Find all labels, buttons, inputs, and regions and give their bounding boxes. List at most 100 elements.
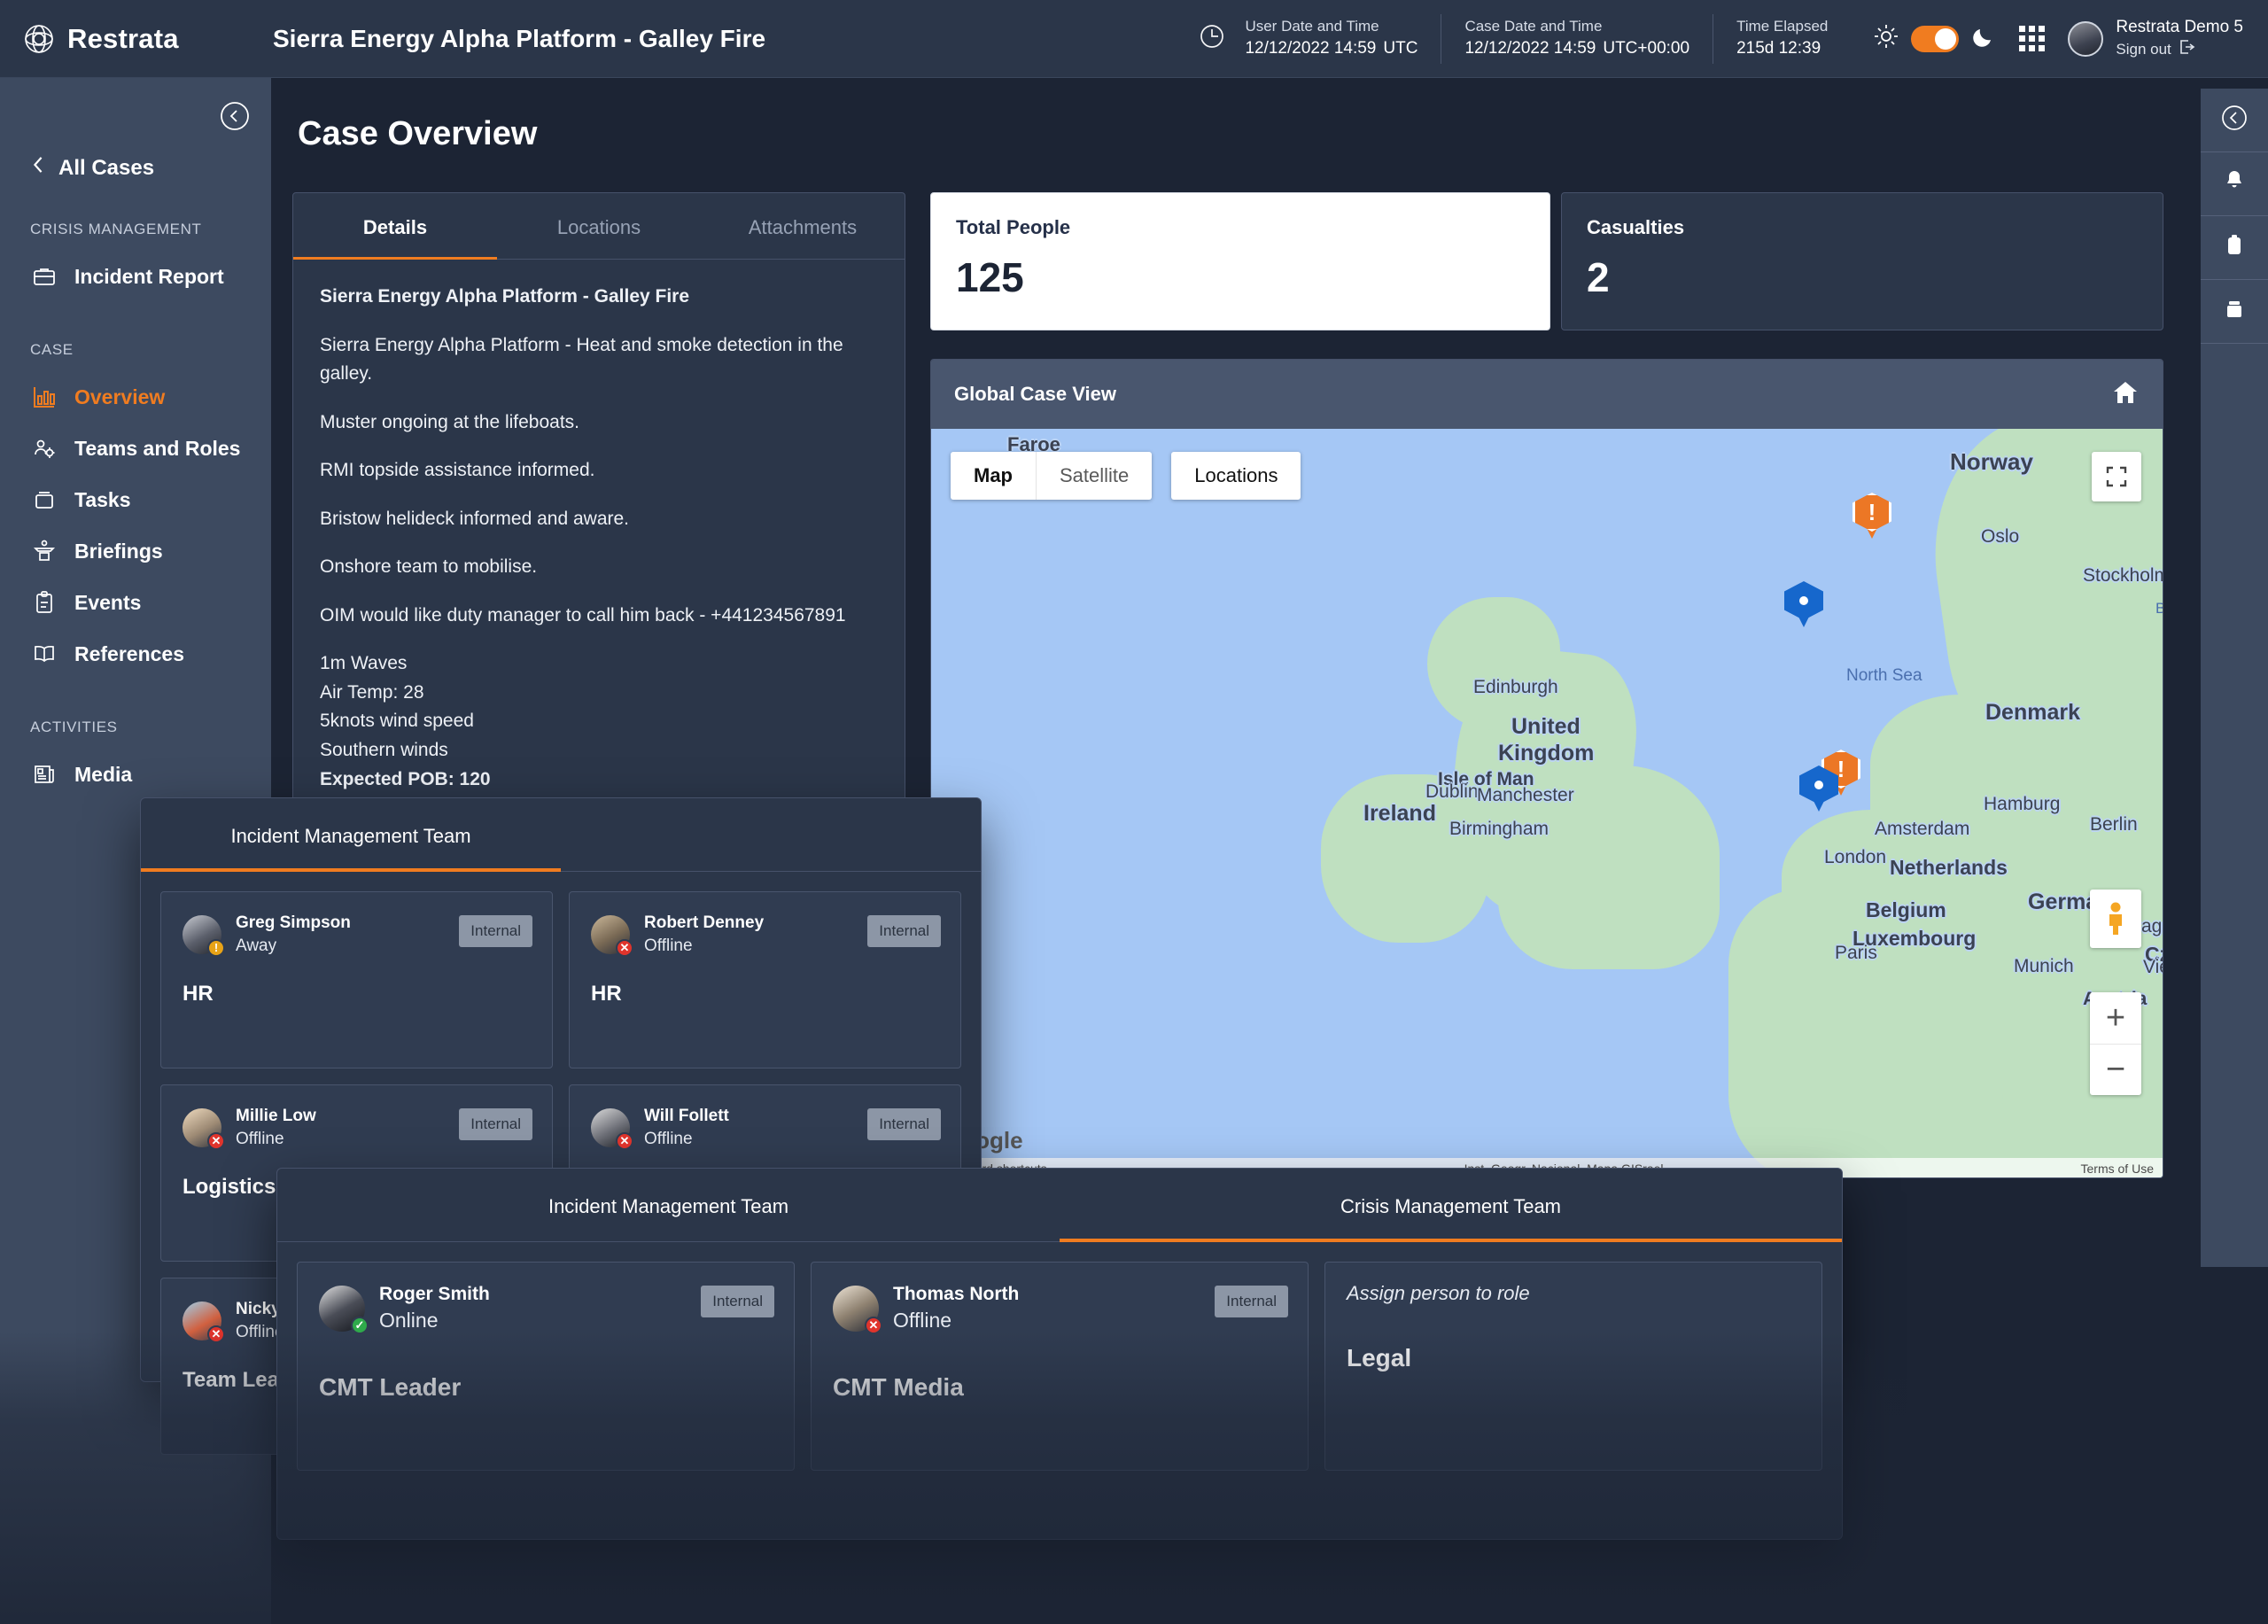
sidebar-item-briefings[interactable]: Briefings xyxy=(0,525,271,577)
stat-card-casualties: Casualties 2 xyxy=(1561,192,2163,330)
modal-back-tabs: Incident Management Team xyxy=(141,798,981,872)
land-ireland xyxy=(1321,774,1489,943)
case-datetime-text: 12/12/2022 14:59 xyxy=(1464,39,1596,58)
status-badge: ✕ xyxy=(616,938,633,957)
modal-back-tab-other[interactable] xyxy=(561,798,981,871)
moon-icon[interactable] xyxy=(1971,24,1996,53)
sidebar-item-incident-report[interactable]: Incident Report xyxy=(0,251,271,302)
right-icon-rail xyxy=(2201,89,2268,1267)
sidebar-section-heading: CASE xyxy=(30,341,74,358)
details-title: Sierra Energy Alpha Platform - Galley Fi… xyxy=(320,286,690,307)
map-title: Global Case View xyxy=(954,383,1117,405)
sidebar-item-media[interactable]: Media xyxy=(0,749,271,800)
brand[interactable]: Restrata xyxy=(0,23,257,55)
apps-grid-icon[interactable] xyxy=(2019,26,2046,51)
time-elapsed-value: 215d 12:39 xyxy=(1736,39,1821,58)
crisis-management-team-modal: Incident Management Team Crisis Manageme… xyxy=(276,1168,1843,1540)
stat-value: 125 xyxy=(956,254,1024,300)
theme-controls xyxy=(1874,24,1996,53)
member-card[interactable]: ✓ Roger Smith Online Internal CMT Leader xyxy=(297,1262,795,1471)
sidebar-item-label: Briefings xyxy=(74,539,163,563)
sidebar-back-label: All Cases xyxy=(58,155,155,180)
modal-front-tab-imt[interactable]: Incident Management Team xyxy=(277,1169,1060,1241)
restrata-logo-icon xyxy=(23,23,55,55)
sidebar-item-events[interactable]: Events xyxy=(0,577,271,628)
top-bar-right: User Date and Time 12/12/2022 14:59 UTC C… xyxy=(1199,0,2268,78)
map-zoom-controls: + − xyxy=(2090,992,2141,1095)
member-card[interactable]: ✕ Thomas North Offline Internal CMT Medi… xyxy=(811,1262,1309,1471)
modal-front-tabs: Incident Management Team Crisis Manageme… xyxy=(277,1169,1842,1242)
avatar: ✕ xyxy=(183,1301,225,1343)
sidebar-section-heading: ACTIVITIES xyxy=(30,719,118,735)
sidebar-item-label: Tasks xyxy=(74,487,131,511)
rail-archive-button[interactable] xyxy=(2201,280,2268,344)
zoom-out-button[interactable]: − xyxy=(2090,1044,2141,1095)
bell-icon xyxy=(2221,168,2248,199)
map-pin-location[interactable] xyxy=(1784,581,1823,627)
modal-front-member-grid: ✓ Roger Smith Online Internal CMT Leader… xyxy=(277,1242,1842,1490)
map-pin-location[interactable] xyxy=(1799,765,1838,812)
tab-locations[interactable]: Locations xyxy=(497,193,701,259)
modal-back-tab-imt[interactable]: Incident Management Team xyxy=(141,798,561,872)
tasks-box-icon xyxy=(30,486,58,514)
member-role: Legal xyxy=(1347,1344,1412,1371)
sidebar-section-heading: CRISIS MANAGEMENT xyxy=(30,221,202,237)
status-badge: ✕ xyxy=(207,1325,225,1343)
map-header: Global Case View xyxy=(931,360,2163,429)
details-condition: 5knots wind speed xyxy=(320,711,474,732)
member-tag: Internal xyxy=(459,915,532,947)
collapse-left-icon[interactable] xyxy=(218,99,252,133)
home-icon[interactable] xyxy=(2111,378,2140,411)
sign-out-label: Sign out xyxy=(2116,40,2171,58)
rail-clipboard-button[interactable] xyxy=(2201,216,2268,280)
tab-details[interactable]: Details xyxy=(293,193,497,260)
modal-front-tab-cmt[interactable]: Crisis Management Team xyxy=(1060,1169,1842,1242)
details-line: Sierra Energy Alpha Platform - Heat and … xyxy=(320,334,843,385)
sidebar-item-references[interactable]: References xyxy=(0,628,271,680)
sidebar-item-teams-and-roles[interactable]: Teams and Roles xyxy=(0,423,271,474)
sun-icon[interactable] xyxy=(1874,24,1899,53)
member-role: CMT Leader xyxy=(319,1373,462,1402)
member-status: Offline xyxy=(644,936,693,955)
theme-toggle[interactable] xyxy=(1911,25,1960,52)
user-menu[interactable]: Restrata Demo 5 Sign out xyxy=(2068,17,2243,61)
map-attribution-right[interactable]: Terms of Use xyxy=(2081,1162,2154,1176)
sidebar-item-overview[interactable]: Overview xyxy=(0,371,271,423)
map-type-map[interactable]: Map xyxy=(951,452,1036,500)
podium-icon xyxy=(30,537,58,565)
app-title: Sierra Energy Alpha Platform - Galley Fi… xyxy=(273,24,766,52)
details-card: Details Locations Attachments Sierra Ene… xyxy=(292,192,905,883)
member-card[interactable]: ✕ Robert Denney Offline Internal HR xyxy=(569,891,961,1068)
sidebar-item-label: Events xyxy=(74,590,142,614)
status-badge: ✕ xyxy=(616,1131,633,1150)
zoom-in-button[interactable]: + xyxy=(2090,992,2141,1044)
member-tag: Internal xyxy=(701,1286,774,1317)
map-canvas[interactable]: Map Satellite Locations + − FaroeIslands… xyxy=(931,429,2163,1177)
fullscreen-icon[interactable] xyxy=(2092,452,2141,501)
tab-attachments[interactable]: Attachments xyxy=(701,193,905,259)
case-datetime-tz: UTC+00:00 xyxy=(1603,39,1690,58)
map-type-satellite[interactable]: Satellite xyxy=(1036,452,1152,500)
avatar: ✕ xyxy=(591,1107,633,1150)
rail-collapse-button[interactable] xyxy=(2201,89,2268,152)
brand-name: Restrata xyxy=(67,22,179,54)
sidebar-item-tasks[interactable]: Tasks xyxy=(0,474,271,525)
clock-icon xyxy=(1199,23,1225,54)
user-datetime-group: User Date and Time 12/12/2022 14:59 UTC xyxy=(1245,14,1441,64)
newspaper-icon xyxy=(30,760,58,789)
status-badge: ! xyxy=(207,938,225,957)
land-france xyxy=(1728,890,2003,1177)
street-view-pegman-icon[interactable] xyxy=(2090,890,2141,948)
member-status: Offline xyxy=(236,1129,284,1148)
empty-role-card[interactable]: Assign person to role Legal xyxy=(1324,1262,1822,1471)
member-card[interactable]: ! Greg Simpson Away Internal HR xyxy=(160,891,553,1068)
top-bar: Restrata Sierra Energy Alpha Platform - … xyxy=(0,0,2268,78)
map-pin-warning[interactable]: ! xyxy=(1852,493,1891,539)
stat-card-total-people: Total People 125 xyxy=(930,192,1550,330)
locations-button[interactable]: Locations xyxy=(1171,452,1301,500)
rail-notifications-button[interactable] xyxy=(2201,152,2268,216)
time-elapsed-label: Time Elapsed xyxy=(1736,18,1829,35)
sidebar-item-label: Incident Report xyxy=(74,264,224,288)
sign-out-button[interactable]: Sign out xyxy=(2116,38,2243,60)
clipboard-icon xyxy=(30,588,58,617)
